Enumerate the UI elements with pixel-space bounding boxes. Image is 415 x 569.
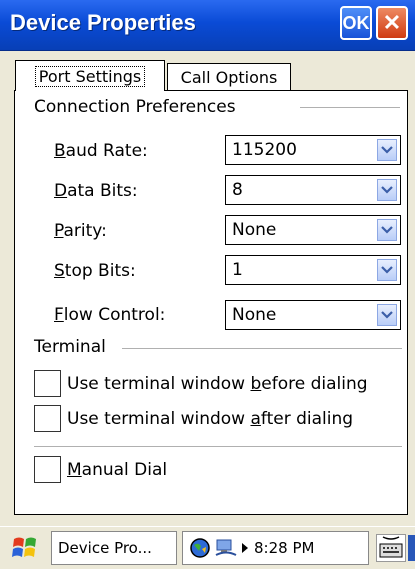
stop-bits-select[interactable]: 1 [225,255,401,285]
use-terminal-after-checkbox[interactable]: Use terminal window after dialing [34,405,353,432]
tab-label: Call Options [180,68,278,87]
data-bits-label: Data Bits: [54,181,138,201]
parity-label: Parity: [54,221,107,241]
flow-control-select[interactable]: None [225,300,401,330]
ok-button[interactable]: OK [340,6,372,40]
terminal-heading: Terminal [34,337,106,357]
network-icon[interactable] [214,538,238,558]
section-divider [300,107,400,108]
parity-value: None [232,220,277,240]
close-button[interactable]: ✕ [376,6,408,40]
manual-dial-label: Manual Dial [67,459,168,480]
use-terminal-before-label: Use terminal window before dialing [67,373,368,394]
clock-time[interactable]: 8:28 PM [254,539,314,557]
chevron-down-icon[interactable] [377,139,397,161]
data-bits-value: 8 [232,180,243,200]
globe-icon[interactable] [189,537,211,559]
use-terminal-after-label: Use terminal window after dialing [67,408,354,429]
checkbox-box[interactable] [34,456,61,483]
chevron-down-icon[interactable] [377,219,397,241]
taskbar: Device Pro... 8:28 PM [0,526,415,569]
stop-bits-label: Stop Bits: [54,261,136,281]
manual-dial-checkbox[interactable]: Manual Dial [34,456,167,483]
title-bar: Device Properties OK ✕ [0,0,415,51]
connection-preferences-heading: Connection Preferences [34,97,236,117]
divider [34,446,402,447]
section-divider [122,348,402,349]
task-label: Device Pro... [58,539,152,557]
chevron-down-icon[interactable] [377,259,397,281]
flow-control-value: None [232,305,277,325]
task-device-properties[interactable]: Device Pro... [51,531,177,565]
flow-control-label: Flow Control: [54,305,166,325]
tab-port-settings[interactable]: Port Settings [15,60,165,91]
tab-label: Port Settings [34,65,146,87]
stop-bits-value: 1 [232,260,243,280]
checkbox-box[interactable] [34,370,61,397]
play-arrow-icon[interactable] [240,542,250,554]
chevron-down-icon[interactable] [377,179,397,201]
keyboard-icon[interactable] [376,534,406,562]
data-bits-select[interactable]: 8 [225,175,401,205]
use-terminal-before-checkbox[interactable]: Use terminal window before dialing [34,370,368,397]
checkbox-box[interactable] [34,405,61,432]
windows-start-icon[interactable] [12,535,38,561]
baud-rate-value: 115200 [232,140,297,160]
baud-rate-select[interactable]: 115200 [225,135,401,165]
tab-call-options[interactable]: Call Options [167,63,291,91]
baud-rate-label: Baud Rate: [54,141,148,161]
chevron-down-icon[interactable] [377,304,397,326]
parity-select[interactable]: None [225,215,401,245]
input-panel-icon[interactable] [408,535,415,561]
window-title: Device Properties [10,10,196,35]
system-tray: 8:28 PM [182,531,369,565]
